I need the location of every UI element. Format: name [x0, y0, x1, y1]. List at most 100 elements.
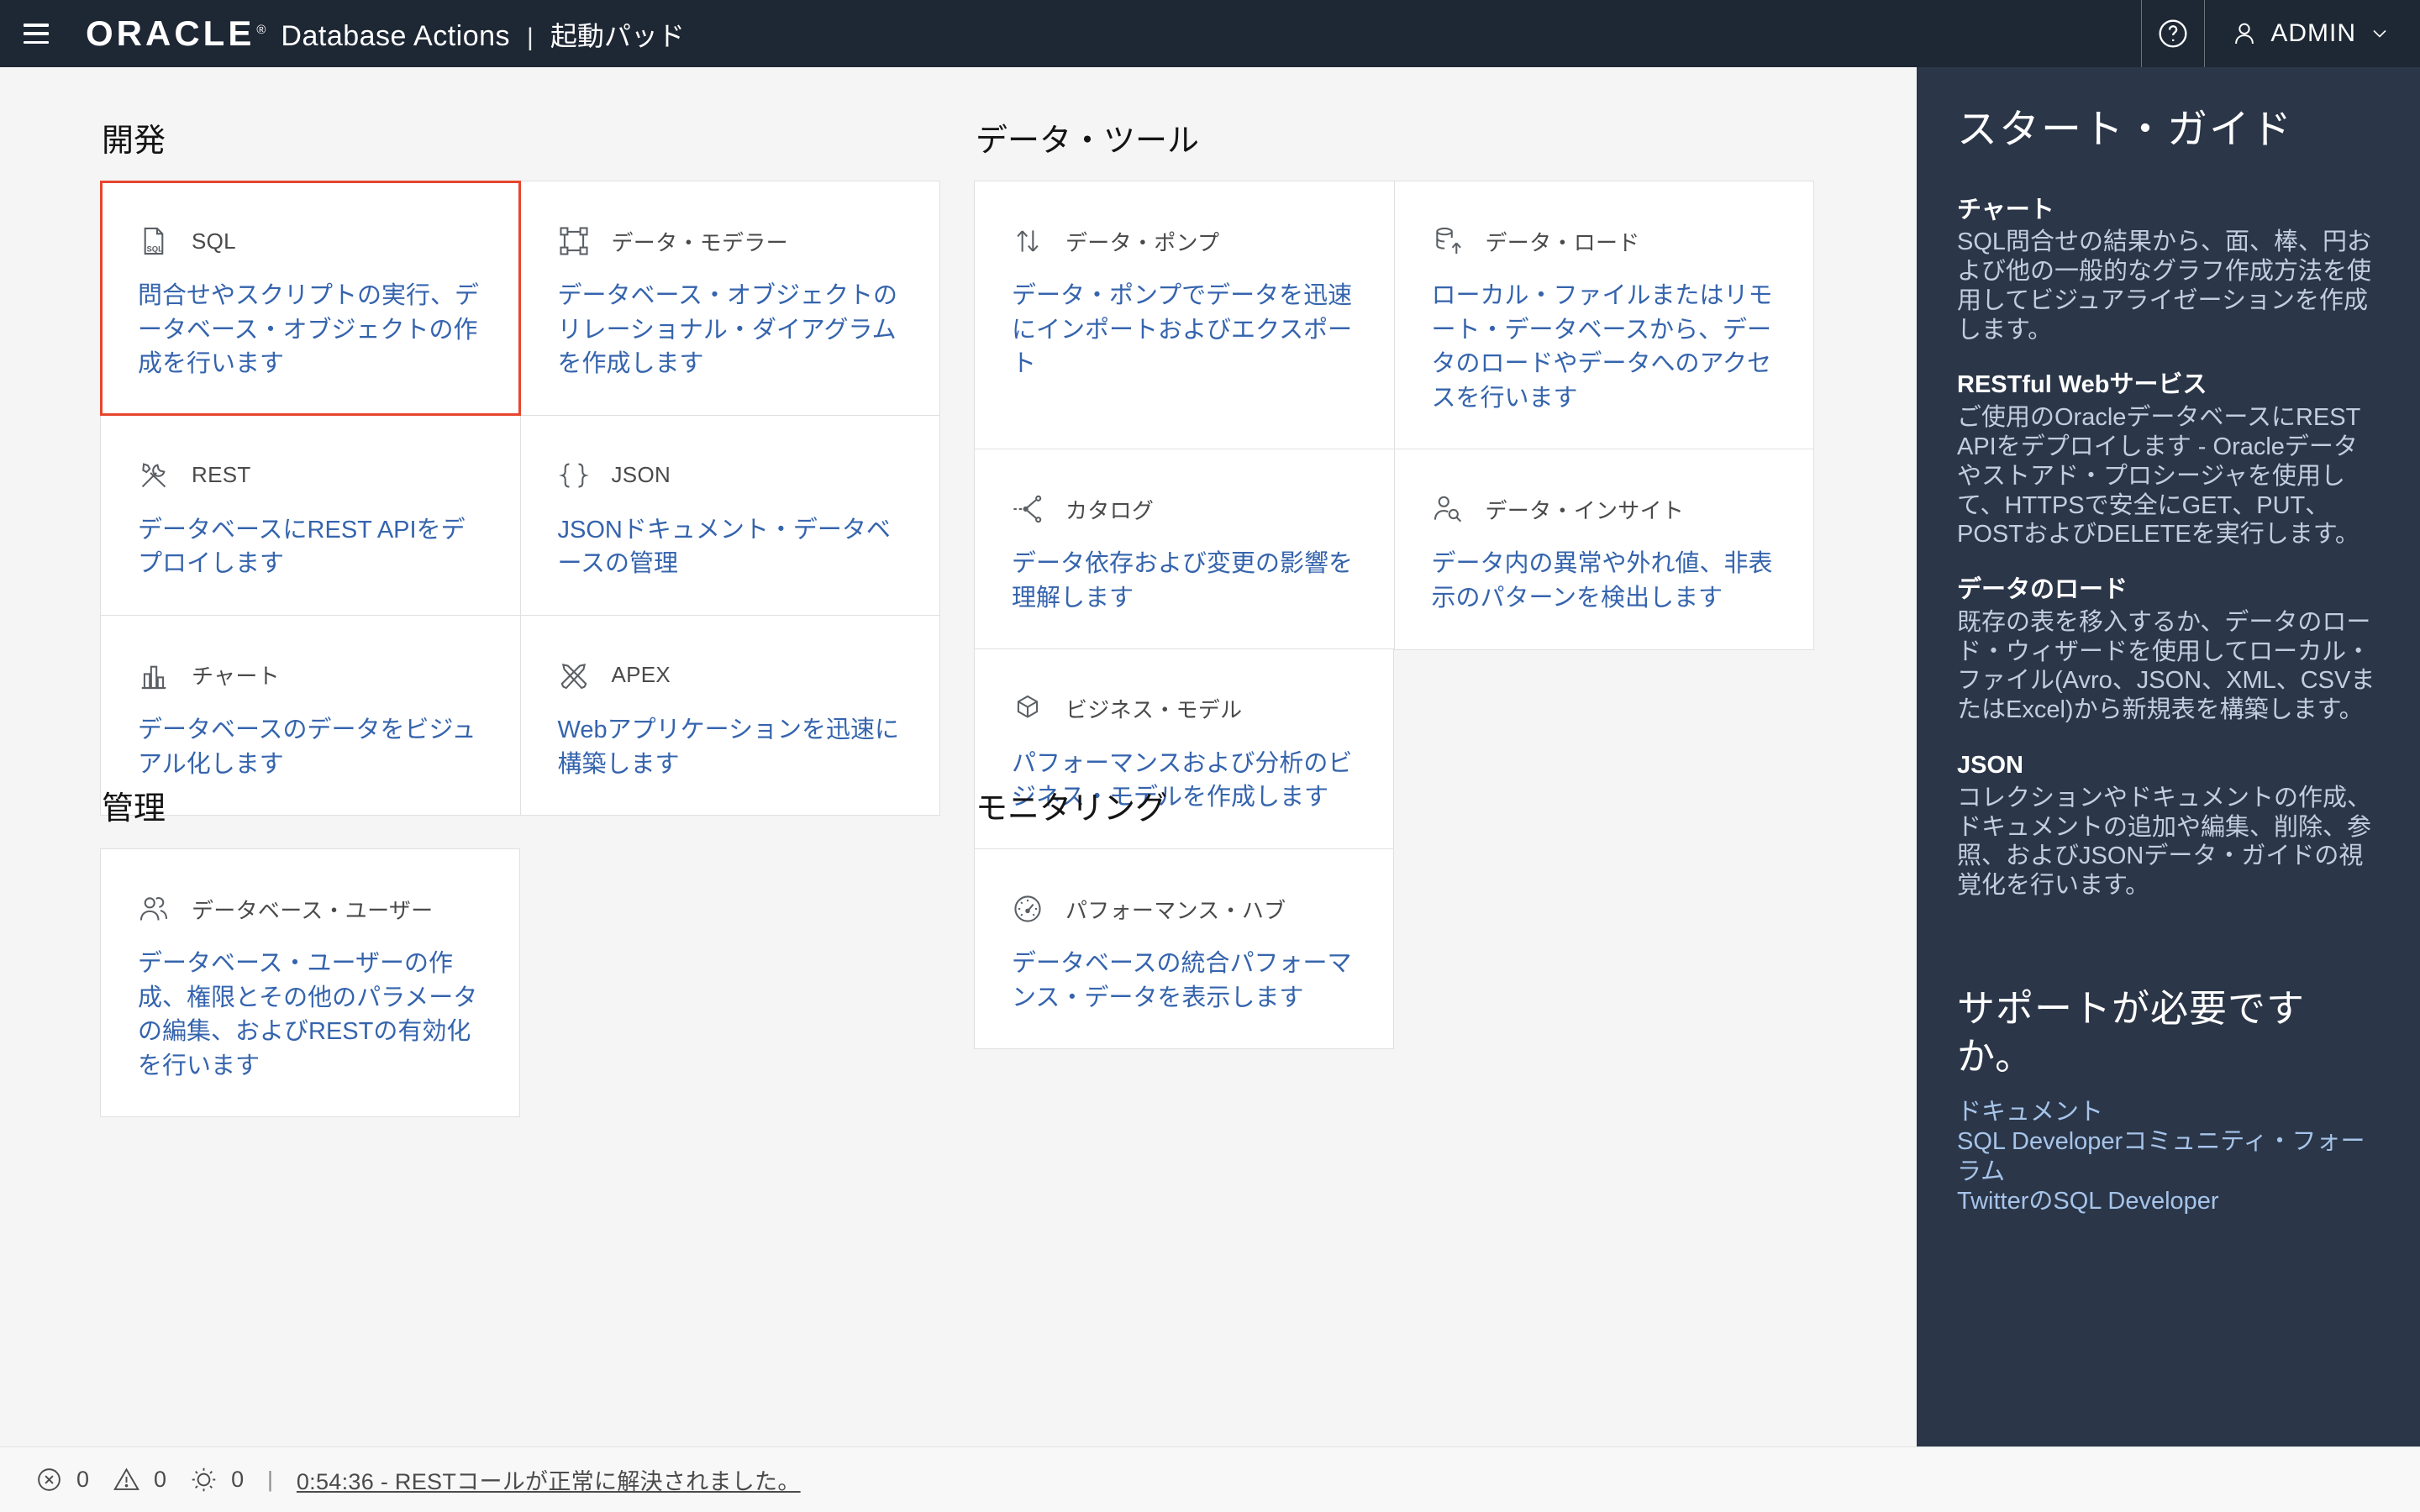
cube-icon [1012, 693, 1044, 725]
card-link[interactable]: データベースにREST APIをデプロイします [138, 513, 485, 581]
topic-heading: JSON [1957, 750, 2381, 782]
topic-body: ご使用のOracleデータベースにREST APIをデプロイします - Orac… [1957, 403, 2381, 549]
card-title: ビジネス・モデル [1065, 693, 1242, 724]
card-database-users[interactable]: データベース・ユーザー データベース・ユーザーの作成、権限とその他のパラメータの… [100, 848, 520, 1117]
left-column: 開発 SQL SQL 問合せやスクリプトの実行、データベース・オブジェクトの作成… [100, 123, 939, 1446]
card-title: パフォーマンス・ハブ [1065, 894, 1286, 925]
start-guide-sidebar: スタート・ガイド チャート SQL問合せの結果から、面、棒、円および他の一般的な… [1917, 67, 2420, 1446]
card-head: パフォーマンス・ハブ [1012, 893, 1358, 925]
warning-count-button[interactable]: 0 [113, 1466, 166, 1494]
sidebar-topic-json: JSON コレクションやドキュメントの作成、ドキュメントの追加や編集、削除、参照… [1957, 750, 2381, 900]
bar-chart-icon [138, 659, 170, 691]
card-link[interactable]: データベース・ユーザーの作成、権限とその他のパラメータの編集、およびRESTの有… [138, 947, 484, 1083]
card-charts[interactable]: チャート データベースのデータをビジュアル化します [100, 615, 521, 816]
card-data-load[interactable]: データ・ロード ローカル・ファイルまたはリモート・データベースから、データのロー… [1394, 181, 1815, 449]
sidebar-topic-restful: RESTful Webサービス ご使用のOracleデータベースにREST AP… [1957, 370, 2381, 549]
card-link[interactable]: ローカル・ファイルまたはリモート・データベースから、データのロードやデータへのア… [1432, 279, 1779, 415]
topic-body: コレクションやドキュメントの作成、ドキュメントの追加や編集、削除、参照、およびJ… [1957, 784, 2381, 900]
warning-triangle-icon [113, 1466, 140, 1494]
card-title: REST [192, 462, 251, 488]
user-menu[interactable]: ADMIN [2205, 0, 2420, 67]
gauge-icon [1012, 893, 1044, 925]
card-performance-hub[interactable]: パフォーマンス・ハブ データベースの統合パフォーマンス・データを表示します [974, 848, 1394, 1049]
chevron-down-icon [2368, 22, 2391, 45]
admin-section: 管理 データベース・ユーザー データベース・ユーザーの作成、権限とその他のパラ [100, 790, 939, 1116]
card-title: チャート [192, 659, 280, 690]
card-head: データ・モデラー [558, 225, 905, 257]
status-bar: 0 0 0 | 0:54:36 - RESTコールが正常に解決されました。 [0, 1446, 2420, 1512]
database-actions-launchpad: ORACLE® Database Actions | 起動パッド ADMIN [0, 0, 2420, 1512]
svg-text:SQL: SQL [146, 245, 163, 255]
card-link[interactable]: データ・ポンプでデータを迅速にインポートおよびエクスポート [1012, 279, 1359, 381]
card-link[interactable]: データ内の異常や外れ値、非表示のパターンを検出します [1432, 547, 1779, 615]
main-area: 開発 SQL SQL 問合せやスクリプトの実行、データベース・オブジェクトの作成… [0, 67, 2420, 1446]
menu-icon[interactable] [24, 24, 49, 44]
title-separator: | [527, 24, 534, 52]
sidebar-topic-data-loading: データのロード 既存の表を移入するか、データのロード・ウィザードを使用してローカ… [1957, 575, 2381, 725]
header-actions: ADMIN [2141, 0, 2420, 67]
card-head: データ・インサイト [1432, 493, 1779, 525]
card-link[interactable]: 問合せやスクリプトの実行、データベース・オブジェクトの作成を行います [138, 279, 485, 381]
link-community-forum[interactable]: SQL Developerコミュニティ・フォーラム [1957, 1127, 2381, 1187]
card-data-modeler[interactable]: データ・モデラー データベース・オブジェクトのリレーショナル・ダイアグラムを作成… [520, 181, 941, 416]
card-title: データ・ポンプ [1065, 226, 1219, 257]
topic-heading: チャート [1957, 195, 2381, 227]
topic-body: SQL問合せの結果から、面、棒、円および他の一般的なグラフ作成方法を使用してビジ… [1957, 228, 2381, 344]
users-icon [138, 893, 170, 925]
link-documentation[interactable]: ドキュメント [1957, 1098, 2381, 1127]
sidebar-topic-charts: チャート SQL問合せの結果から、面、棒、円および他の一般的なグラフ作成方法を使… [1957, 195, 2381, 345]
card-head: データ・ロード [1432, 225, 1779, 257]
error-count-button[interactable]: 0 [35, 1466, 89, 1494]
card-data-insights[interactable]: データ・インサイト データ内の異常や外れ値、非表示のパターンを検出します [1394, 449, 1815, 649]
card-catalog[interactable]: カタログ データ依存および変更の影響を理解します [974, 449, 1395, 649]
topic-heading: RESTful Webサービス [1957, 370, 2381, 402]
question-mark-icon [2156, 17, 2190, 50]
warning-count: 0 [154, 1467, 166, 1493]
card-head: SQL SQL [138, 225, 485, 257]
rest-tools-icon [138, 459, 170, 491]
section-title-admin: 管理 [102, 790, 939, 827]
card-title: APEX [612, 662, 671, 688]
card-head: JSON [558, 459, 905, 491]
help-button[interactable] [2141, 0, 2205, 67]
topic-body: 既存の表を移入するか、データのロード・ウィザードを使用してローカル・ファイル(A… [1957, 608, 2381, 725]
card-link[interactable]: Webアプリケーションを迅速に構築します [558, 713, 905, 781]
card-apex[interactable]: APEX Webアプリケーションを迅速に構築します [520, 615, 941, 816]
card-sql[interactable]: SQL SQL 問合せやスクリプトの実行、データベース・オブジェクトの作成を行い… [100, 181, 521, 416]
card-head: データベース・ユーザー [138, 893, 484, 925]
card-head: データ・ポンプ [1012, 225, 1359, 257]
data-tools-card-grid: データ・ポンプ データ・ポンプでデータを迅速にインポートおよびエクスポート [974, 181, 1813, 649]
monitoring-section: モニタリング パフォーマンス・ハブ データベースの統合パフォーマンス・データを [974, 790, 1813, 1048]
data-modeler-icon [558, 225, 590, 257]
card-title: JSON [612, 462, 671, 488]
topic-heading: データのロード [1957, 575, 2381, 606]
error-count: 0 [76, 1467, 89, 1493]
card-link[interactable]: データ依存および変更の影響を理解します [1012, 547, 1359, 615]
process-count-button[interactable]: 0 [190, 1466, 244, 1494]
apex-pencils-icon [558, 659, 590, 691]
card-link[interactable]: データベース・オブジェクトのリレーショナル・ダイアグラムを作成します [558, 279, 905, 381]
page-title: 起動パッド [550, 15, 685, 54]
arrows-up-down-icon [1012, 225, 1044, 257]
app-header: ORACLE® Database Actions | 起動パッド ADMIN [0, 0, 2420, 67]
card-title: SQL [192, 228, 236, 255]
status-message-link[interactable]: 0:54:36 - RESTコールが正常に解決されました。 [297, 1463, 801, 1496]
lineage-icon [1012, 493, 1044, 525]
card-link[interactable]: データベースの統合パフォーマンス・データを表示します [1012, 947, 1358, 1015]
card-title: データベース・ユーザー [192, 894, 433, 925]
card-head: APEX [558, 659, 905, 691]
json-braces-icon [558, 459, 590, 491]
person-icon [2230, 19, 2259, 48]
link-twitter[interactable]: TwitterのSQL Developer [1957, 1187, 2381, 1216]
card-link[interactable]: データベースのデータをビジュアル化します [138, 713, 485, 781]
card-data-pump[interactable]: データ・ポンプ データ・ポンプでデータを迅速にインポートおよびエクスポート [974, 181, 1395, 449]
card-title: カタログ [1065, 494, 1154, 525]
card-head: REST [138, 459, 485, 491]
card-json[interactable]: JSON JSONドキュメント・データベースの管理 [520, 415, 941, 616]
status-separator: | [267, 1467, 273, 1493]
right-column: データ・ツール データ・ポンプ データ・ポンプでデータを迅速にインポートおよびエ… [974, 123, 1813, 1446]
card-link[interactable]: JSONドキュメント・データベースの管理 [558, 513, 905, 581]
card-rest[interactable]: REST データベースにREST APIをデプロイします [100, 415, 521, 616]
sql-document-icon: SQL [138, 225, 170, 257]
launchpad-content: 開発 SQL SQL 問合せやスクリプトの実行、データベース・オブジェクトの作成… [0, 67, 1917, 1446]
